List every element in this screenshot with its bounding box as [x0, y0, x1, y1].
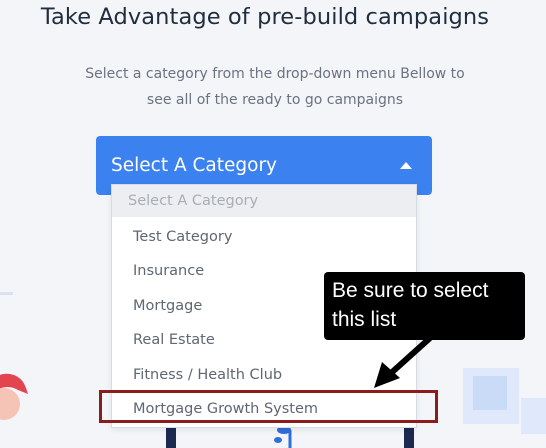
decorative-dash — [0, 292, 13, 295]
subtitle-line: Select a category from the drop-down men… — [85, 66, 465, 82]
callout-line: Be sure to select — [332, 279, 489, 302]
category-select-label: Select A Category — [111, 155, 277, 176]
person-illustration-icon — [0, 373, 28, 420]
page-title: Take Advantage of pre-build campaigns — [40, 4, 490, 30]
callout-line: this list — [332, 308, 397, 331]
dropdown-option[interactable]: Test Category — [112, 220, 416, 254]
subtitle-line: see all of the ready to go campaigns — [146, 92, 404, 108]
pointer-arrow-icon — [374, 335, 433, 388]
decorative-square — [521, 398, 546, 434]
annotation-callout: Be sure to select this list — [324, 272, 525, 340]
dropdown-placeholder: Select A Category — [112, 185, 416, 217]
highlight-box — [99, 390, 438, 423]
decorative-square — [473, 376, 507, 410]
caret-up-icon — [400, 162, 412, 169]
page-subtitle: Select a category from the drop-down men… — [20, 61, 530, 113]
